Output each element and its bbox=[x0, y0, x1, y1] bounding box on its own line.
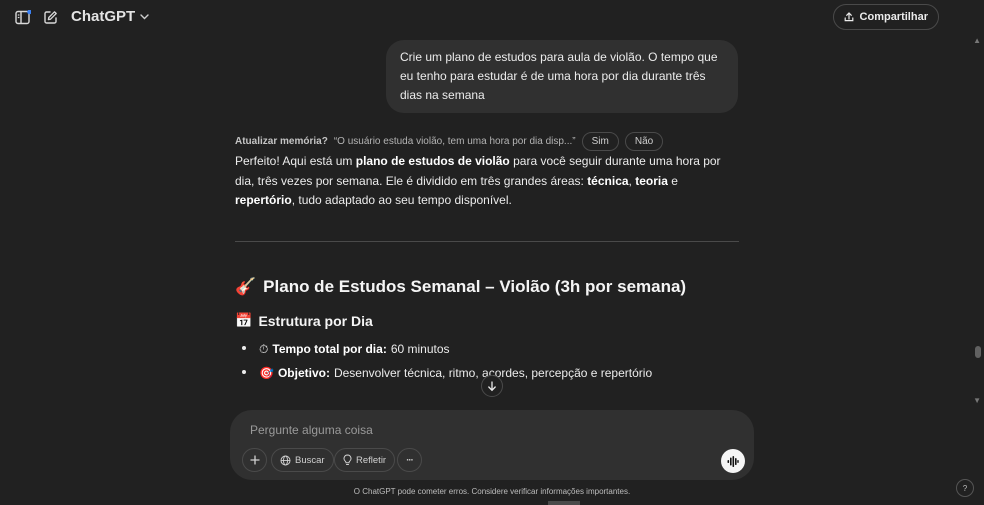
list-item: ⏱ Tempo total por dia: 60 minutos bbox=[235, 337, 652, 361]
sidebar-toggle-button[interactable] bbox=[12, 7, 34, 27]
user-message: Crie um plano de estudos para aula de vi… bbox=[386, 40, 738, 113]
memory-yes-button[interactable]: Sim bbox=[581, 132, 619, 151]
more-icon: ··· bbox=[406, 454, 413, 466]
list-item: 🎯 Objetivo: Desenvolver técnica, ritmo, … bbox=[235, 361, 652, 385]
structure-heading: 📅 Estrutura por Dia bbox=[235, 312, 373, 329]
lightbulb-icon bbox=[343, 454, 352, 465]
new-chat-icon bbox=[43, 10, 57, 24]
reason-button[interactable]: Refletir bbox=[334, 448, 396, 472]
model-name: ChatGPT bbox=[71, 8, 136, 25]
scroll-up-arrow[interactable]: ▲ bbox=[973, 36, 981, 45]
scroll-down-arrow[interactable]: ▼ bbox=[973, 396, 981, 405]
more-tools-button[interactable]: ··· bbox=[397, 448, 422, 472]
share-label: Compartilhar bbox=[859, 11, 928, 23]
voice-mode-button[interactable] bbox=[721, 449, 745, 473]
arrow-down-icon bbox=[488, 380, 496, 391]
plus-icon bbox=[249, 455, 260, 465]
structure-list: ⏱ Tempo total por dia: 60 minutos 🎯 Obje… bbox=[235, 337, 652, 385]
plan-heading: 🎸 Plano de Estudos Semanal – Violão (3h … bbox=[235, 277, 686, 297]
search-label: Buscar bbox=[295, 454, 325, 466]
memory-no-button[interactable]: Não bbox=[624, 132, 664, 151]
assistant-intro-paragraph: Perfeito! Aqui está um plano de estudos … bbox=[235, 154, 721, 207]
bottom-scroll-handle[interactable] bbox=[548, 501, 580, 505]
top-bar: ChatGPT Compartilhar bbox=[0, 0, 984, 36]
list-item-label: Objetivo: bbox=[277, 366, 330, 380]
voice-waveform-icon bbox=[727, 455, 739, 467]
memory-update-prompt: Atualizar memória? “O usuário estuda vio… bbox=[235, 132, 664, 151]
reason-label: Refletir bbox=[356, 454, 387, 466]
plan-heading-text: Plano de Estudos Semanal – Violão (3h po… bbox=[263, 277, 687, 296]
chevron-down-icon bbox=[140, 13, 149, 19]
share-button[interactable]: Compartilhar bbox=[832, 4, 939, 30]
share-icon bbox=[844, 12, 853, 22]
divider bbox=[235, 241, 739, 242]
calendar-icon: 📅 bbox=[235, 312, 253, 328]
guitar-icon: 🎸 bbox=[235, 277, 257, 296]
model-selector[interactable]: ChatGPT bbox=[71, 8, 149, 25]
scroll-to-bottom-button[interactable] bbox=[481, 375, 503, 397]
target-icon: 🎯 bbox=[259, 366, 274, 380]
new-chat-button[interactable] bbox=[40, 7, 60, 27]
help-button[interactable]: ? bbox=[956, 479, 974, 497]
sidebar-icon bbox=[15, 9, 31, 24]
composer: Buscar Refletir ··· bbox=[230, 410, 754, 480]
disclaimer: O ChatGPT pode cometer erros. Considere … bbox=[353, 487, 631, 496]
bullet bbox=[242, 346, 246, 350]
memory-text: “O usuário estuda violão, tem uma hora p… bbox=[333, 136, 576, 147]
prompt-input[interactable] bbox=[248, 420, 712, 440]
list-item-label: Tempo total por dia: bbox=[272, 342, 387, 356]
globe-icon bbox=[280, 455, 291, 465]
search-button[interactable]: Buscar bbox=[271, 448, 334, 472]
list-item-value: 60 minutos bbox=[390, 342, 450, 356]
memory-label: Atualizar memória? bbox=[235, 136, 328, 147]
scrollbar-thumb[interactable] bbox=[975, 346, 981, 358]
structure-heading-text: Estrutura por Dia bbox=[258, 312, 373, 329]
stopwatch-icon: ⏱ bbox=[259, 341, 269, 356]
bullet bbox=[242, 370, 246, 374]
attach-button[interactable] bbox=[242, 448, 267, 472]
